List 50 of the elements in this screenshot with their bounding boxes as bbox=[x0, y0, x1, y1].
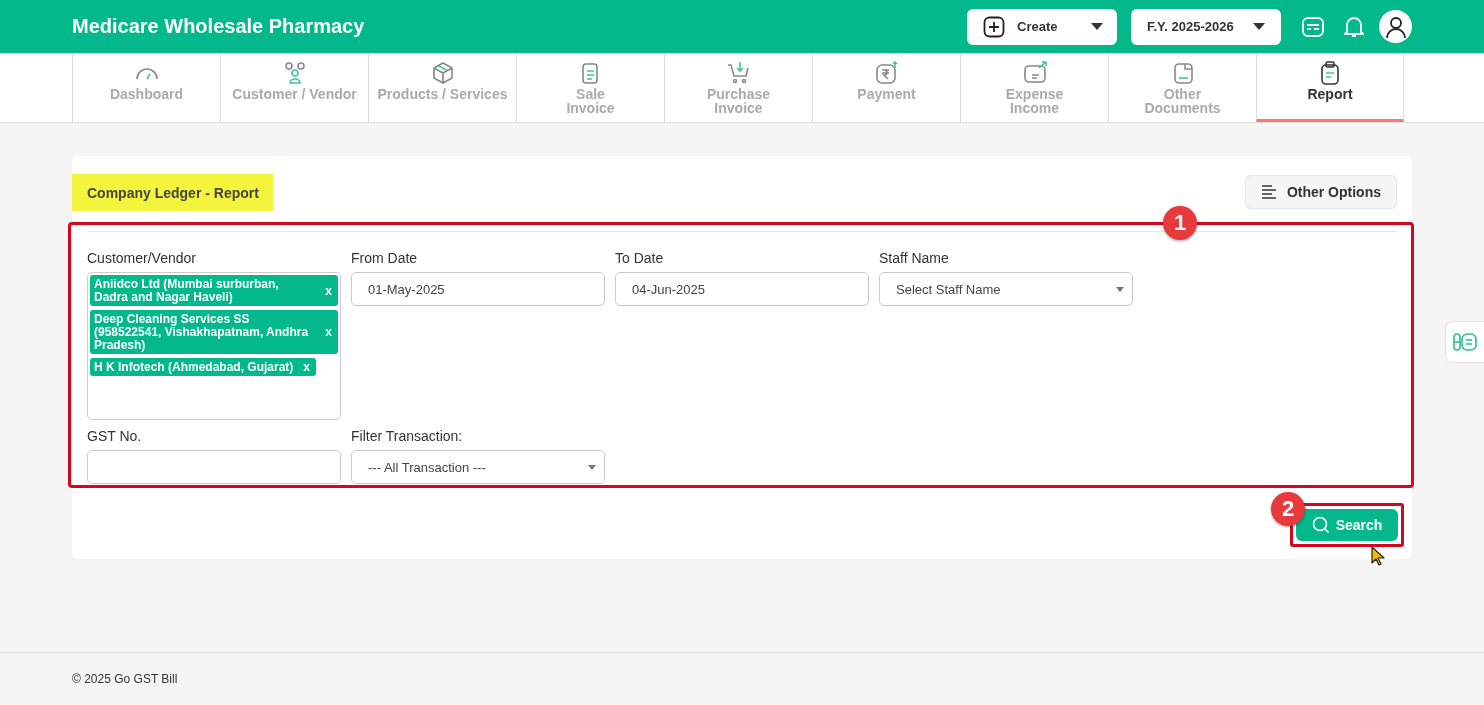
cursor-icon bbox=[1371, 546, 1385, 566]
nav-tab[interactable]: Dashboard bbox=[72, 53, 220, 122]
from-date-field[interactable]: 01-May-2025 bbox=[351, 272, 605, 306]
user-avatar[interactable] bbox=[1379, 10, 1412, 43]
gst-number-field[interactable] bbox=[87, 450, 341, 484]
field-label: GST No. bbox=[87, 428, 143, 444]
fiscal-year-dropdown[interactable]: F.Y. 2025-2026 bbox=[1131, 8, 1281, 45]
create-dropdown[interactable]: Create bbox=[967, 8, 1117, 45]
nav-tab[interactable]: Customer / Vendor bbox=[220, 53, 368, 122]
step-badge: 1 bbox=[1163, 206, 1197, 240]
expense-icon bbox=[1021, 61, 1048, 85]
rupee-icon bbox=[873, 61, 900, 85]
nav-tab[interactable]: Sale Invoice bbox=[516, 53, 664, 122]
side-panel-button[interactable] bbox=[1445, 321, 1484, 363]
remove-tag-button[interactable]: x bbox=[325, 326, 332, 339]
remove-tag-button[interactable]: x bbox=[325, 284, 332, 298]
cart-icon bbox=[725, 61, 752, 85]
notes-icon bbox=[1453, 332, 1477, 352]
to-date-field[interactable]: 04-Jun-2025 bbox=[615, 272, 869, 306]
caret-icon bbox=[1253, 23, 1265, 30]
bell-icon[interactable] bbox=[1343, 14, 1365, 39]
caret-icon bbox=[1091, 23, 1103, 30]
field-label: Filter Transaction: bbox=[351, 428, 464, 444]
field-label: From Date bbox=[351, 250, 419, 266]
message-icon[interactable] bbox=[1301, 15, 1325, 38]
search-button[interactable]: Search bbox=[1296, 509, 1398, 541]
tag-label: Deep Cleaning Services SS (958522541, Vishakhapatnam, Andhra Pradesh) bbox=[94, 313, 310, 352]
customer-vendor-select[interactable]: Aniidco Ltd (Mumbai surburban, Dadra and Nagar Haveli) x Deep Cleaning Services SS (958522541, Vishakhapatnam, Andhra Pradesh) x H K Infotech (Ahmedabad, Gujarat) x bbox=[87, 272, 341, 420]
step-badge: 2 bbox=[1271, 492, 1305, 526]
tag-label: H K Infotech (Ahmedabad, Gujarat) bbox=[94, 361, 294, 374]
nav-tab[interactable]: Report bbox=[1256, 53, 1404, 122]
report-title: Company Ledger - Report bbox=[72, 173, 273, 211]
search-icon bbox=[1311, 516, 1330, 534]
nav-tab[interactable]: Products / Services bbox=[368, 53, 516, 122]
nav-tab[interactable]: Purchase Invoice bbox=[664, 53, 812, 122]
copyright-text: © 2025 Go GST Bill bbox=[72, 672, 178, 686]
menu-icon bbox=[1260, 185, 1277, 199]
app-title: Medicare Wholesale Pharmacy bbox=[72, 15, 365, 38]
remove-tag-button[interactable]: x bbox=[303, 361, 311, 374]
other-options-button[interactable]: Other Options bbox=[1244, 175, 1397, 209]
nav-tab[interactable]: Payment bbox=[812, 53, 960, 122]
field-label: Customer/Vendor bbox=[87, 250, 197, 266]
plus-icon bbox=[983, 15, 1005, 38]
field-label: Staff Name bbox=[879, 250, 950, 266]
nav-tab[interactable]: Expense Income bbox=[960, 53, 1108, 122]
field-label: To Date bbox=[615, 250, 665, 266]
tag-label: Aniidco Ltd (Mumbai surburban, Dadra and Nagar Haveli) bbox=[94, 278, 280, 304]
nav-tab[interactable]: Other Documents bbox=[1108, 53, 1256, 122]
staff-name-select[interactable]: Select Staff Name bbox=[879, 272, 1133, 306]
filter-transaction-select[interactable]: --- All Transaction --- bbox=[351, 450, 605, 484]
